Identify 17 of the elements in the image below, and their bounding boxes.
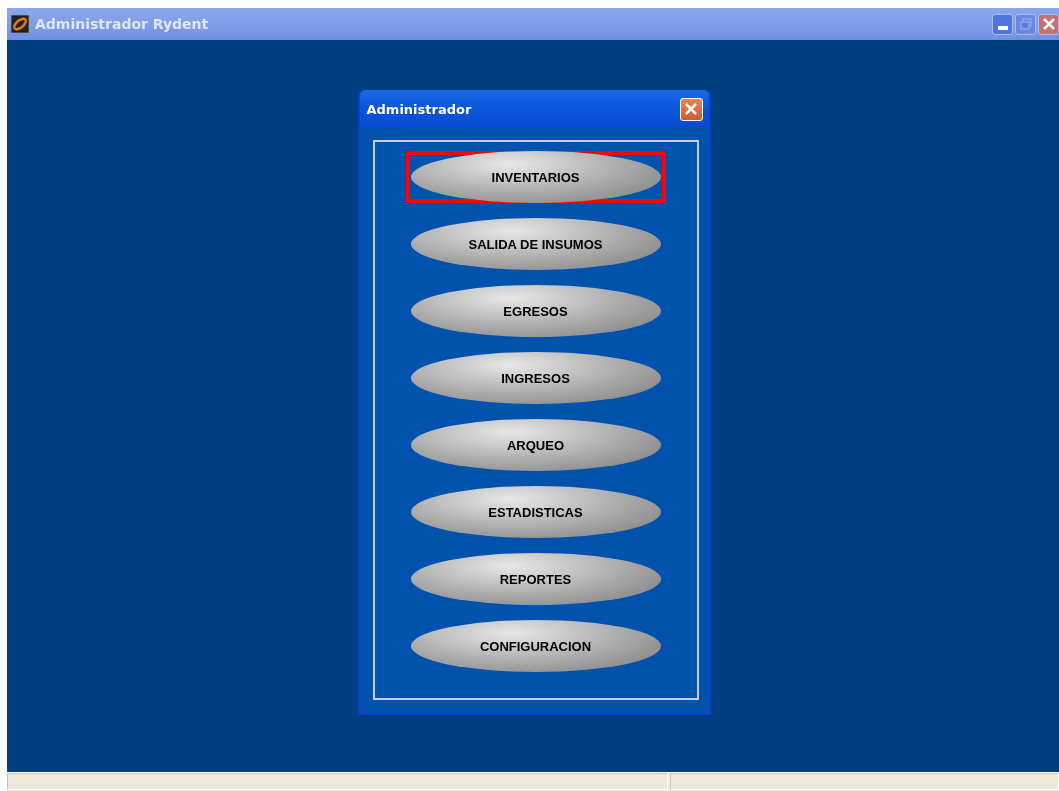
menu-button[interactable]: ARQUEO <box>410 419 661 471</box>
menu-button[interactable]: INGRESOS <box>410 352 661 404</box>
menu-button[interactable]: SALIDA DE INSUMOS <box>410 218 661 270</box>
menu-button[interactable]: REPORTES <box>410 553 661 605</box>
close-icon <box>1041 17 1056 31</box>
menu-button[interactable]: ESTADISTICAS <box>410 486 661 538</box>
dialog-title: Administrador <box>366 101 472 117</box>
minimize-icon <box>997 25 1008 30</box>
window-title: Administrador Rydent <box>35 16 209 32</box>
minimize-button[interactable] <box>992 13 1013 35</box>
close-button[interactable] <box>1038 13 1059 35</box>
close-icon <box>684 102 698 116</box>
app-icon <box>11 15 29 33</box>
menu-button[interactable]: EGRESOS <box>410 285 661 337</box>
menu-button[interactable]: INVENTARIOS <box>410 151 661 203</box>
restore-icon <box>1019 18 1032 30</box>
menu-button[interactable]: CONFIGURACION <box>410 620 661 672</box>
